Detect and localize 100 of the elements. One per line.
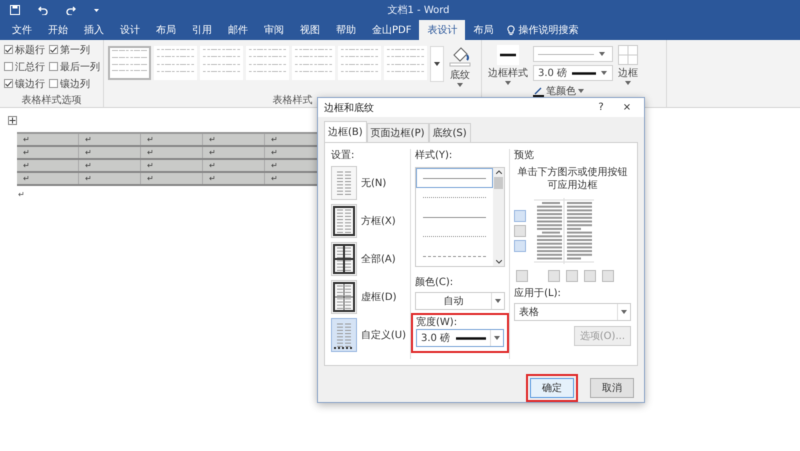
cell-mark: ↵ [203,173,265,184]
caret-icon [434,62,440,66]
width-dropdown[interactable]: 3.0 磅 [416,329,504,348]
ribbon-tab[interactable]: 插入 [76,20,112,40]
table-style-thumbnail[interactable] [246,46,289,80]
caret-icon [599,52,605,56]
close-button[interactable]: × [616,102,638,114]
ribbon-tab[interactable]: 文件 [4,20,40,40]
line-weight-dropdown[interactable]: 3.0 磅 [533,65,613,81]
dialog-tab[interactable]: 底纹(S) [428,123,471,142]
table-style-thumbnail[interactable] [338,46,381,80]
shading-button[interactable]: 底纹 [447,43,473,95]
cell-mark: ↵ [141,134,203,145]
ribbon-tab[interactable]: 金山PDF [364,20,420,40]
checkbox[interactable]: 标题行 [4,43,45,56]
cell-mark: ↵ [17,173,79,184]
lightbulb-icon [507,24,516,36]
checkbox[interactable]: 第一列 [49,43,100,56]
edge-toggle-button[interactable] [516,270,528,282]
caret-icon [578,89,584,93]
setting-option[interactable] [331,242,357,276]
cell-mark: ↵ [203,160,265,171]
table-setting-icon [333,206,355,236]
help-button[interactable]: ? [590,102,612,114]
undo-icon[interactable] [38,5,48,15]
caret-icon [495,299,502,304]
ribbon-tab[interactable]: 邮件 [220,20,256,40]
table-style-thumbnail[interactable] [200,46,243,80]
edge-toggle-button[interactable] [514,225,526,238]
setting-label: 自定义(U) [360,328,406,342]
arrow-up-icon [496,170,502,174]
preview-hint: 单击下方图示或使用按钮可应用边框 [516,166,629,192]
scroll-thumb[interactable] [494,177,504,190]
gallery-more-button[interactable] [430,46,444,82]
checkmark-icon [5,46,12,52]
line-style-dropdown[interactable] [533,46,613,62]
cell-mark: ↵ [141,147,203,158]
checkmark-icon [50,46,57,52]
ribbon-tab[interactable]: 设计 [112,20,148,40]
caret-icon [621,310,627,314]
pen-color-button[interactable]: 笔颜色 [533,84,613,98]
cell-mark: ↵ [17,160,79,171]
paint-bucket-icon [449,45,471,67]
redo-icon[interactable] [66,5,76,15]
edge-toggle-button[interactable] [602,270,614,282]
cancel-button[interactable]: 取消 [590,378,634,398]
ok-button[interactable]: 确定 [530,378,574,398]
edge-toggle-button[interactable] [584,270,596,282]
ribbon-tab[interactable]: 布局 [148,20,184,40]
table-setting-icon [333,282,355,312]
ribbon-tab[interactable]: 表设计 [419,20,466,40]
setting-label: 虚框(D) [361,290,397,304]
cell-mark: ↵ [17,147,79,158]
ribbon-tab[interactable]: 布局 [465,20,502,40]
style-list[interactable] [415,167,506,268]
search-field[interactable]: 操作说明搜索 [518,23,578,37]
save-icon[interactable] [10,5,20,15]
group-label: 表格样式选项 [22,95,82,107]
edge-toggle-button[interactable] [566,270,578,282]
apply-to-dropdown[interactable]: 表格 [514,303,631,322]
table-style-thumbnail[interactable] [292,46,335,80]
edge-toggle-button[interactable] [514,210,526,222]
cell-mark: ↵ [17,134,79,145]
dialog-tab[interactable]: 边框(B) [324,121,367,142]
ribbon-tab[interactable]: 引用 [184,20,220,40]
edge-toggle-button[interactable] [548,270,560,282]
checkbox[interactable]: 镶边行 [4,77,45,90]
ribbon-tab[interactable]: 开始 [40,20,76,40]
caret-icon[interactable] [94,8,99,12]
checkbox[interactable]: 汇总行 [4,60,45,73]
checkbox[interactable]: 最后一列 [49,60,100,73]
cell-mark: ↵ [203,147,265,158]
line-sample-icon [456,336,486,340]
border-styles-button[interactable]: 边框样式 [486,43,530,107]
ribbon-tab[interactable]: 审阅 [256,20,292,40]
setting-option[interactable] [331,318,357,352]
ribbon-tab[interactable]: 帮助 [328,20,364,40]
table-style-thumbnail[interactable] [108,46,151,80]
caret-icon [601,71,608,75]
cell-mark: ↵ [141,160,203,171]
setting-label: 方框(X) [361,214,396,228]
ribbon-tab[interactable]: 视图 [292,20,328,40]
color-label: 颜色(C): [415,276,454,290]
table-style-thumbnail[interactable] [154,46,197,80]
setting-option[interactable] [331,280,357,314]
setting-option[interactable] [331,204,357,238]
pen-icon [533,86,544,96]
cell-mark: ↵ [79,173,141,184]
dialog-tab[interactable]: 页面边框(P) [366,123,429,142]
arrow-down-icon [496,260,502,264]
table-preview-drawing [534,198,594,264]
scrollbar[interactable] [493,168,504,266]
line-sample-icon [538,52,594,56]
cell-mark: ↵ [79,147,141,158]
checkbox[interactable]: 镶边列 [49,77,100,90]
window-title: 文档1 - Word [387,4,450,17]
move-handle-icon[interactable] [8,116,17,125]
edge-toggle-button[interactable] [514,240,526,252]
color-dropdown[interactable]: 自动 [415,292,506,310]
table-style-thumbnail[interactable] [384,46,427,80]
